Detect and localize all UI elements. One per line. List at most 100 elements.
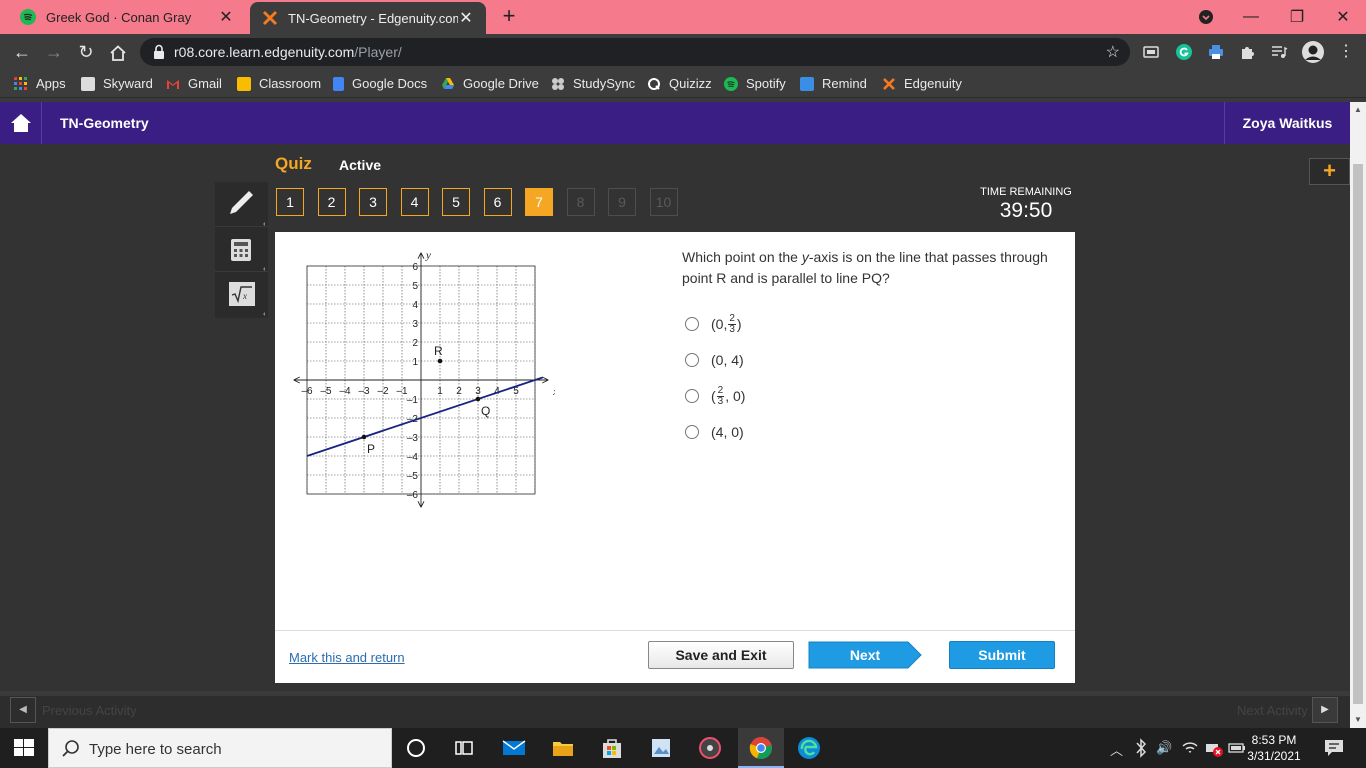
volume-icon[interactable]: 🔊 [1156, 740, 1172, 756]
radio-button[interactable] [685, 353, 699, 367]
home-button[interactable] [0, 102, 42, 144]
close-icon[interactable]: ✕ [218, 7, 234, 27]
radio-button[interactable] [685, 425, 699, 439]
edge-icon[interactable] [797, 736, 821, 760]
home-icon[interactable] [106, 40, 130, 64]
photos-icon[interactable] [649, 736, 673, 760]
taskbar-clock[interactable]: 8:53 PM 3/31/2021 [1244, 732, 1304, 764]
bookmark-spotify[interactable]: Spotify [724, 76, 786, 91]
answer-text: (0, 4) [711, 352, 744, 368]
mark-and-return-link[interactable]: Mark this and return [289, 650, 405, 665]
submit-button[interactable]: Submit [949, 641, 1055, 669]
bookmark-quizizz[interactable]: Quizizz [647, 76, 712, 91]
new-tab-button[interactable]: + [498, 5, 520, 28]
close-icon[interactable]: ✕ [458, 8, 474, 28]
start-button[interactable] [0, 728, 48, 768]
forward-arrow-icon[interactable]: → [42, 40, 66, 64]
back-arrow-icon[interactable]: ← [10, 40, 34, 64]
groove-music-icon[interactable] [698, 736, 722, 760]
show-hidden-icons[interactable]: ︿ [1110, 740, 1123, 759]
microsoft-store-icon[interactable] [600, 736, 624, 760]
taskbar-search[interactable]: Type here to search [48, 728, 392, 768]
grammarly-icon[interactable] [1175, 43, 1193, 61]
question-number-button[interactable]: 6 [483, 188, 512, 216]
studysync-icon [552, 77, 564, 90]
answer-option-a[interactable]: (0, 23 ) [685, 306, 745, 342]
question-number-button[interactable]: 5 [442, 188, 470, 216]
page-scrollbar[interactable]: ▲ ▼ [1350, 102, 1366, 728]
task-view-icon[interactable] [452, 736, 476, 760]
bookmark-label: Apps [36, 76, 66, 91]
bookmark-studysync[interactable]: StudySync [551, 76, 635, 91]
notifications-icon[interactable] [1322, 736, 1346, 760]
menu-dots-icon[interactable]: ⋮ [1334, 40, 1358, 64]
question-number-button[interactable]: 2 [317, 188, 346, 216]
wifi-icon[interactable] [1181, 738, 1199, 758]
tab-spotify[interactable]: Greek God · Conan Gray ✕ [8, 0, 246, 34]
bookmark-classroom[interactable]: Classroom [237, 76, 321, 91]
minimize-icon[interactable]: — [1228, 8, 1274, 26]
file-explorer-icon[interactable] [551, 736, 575, 760]
bookmarks-bar: Apps Skyward Gmail Classroom Google Docs… [0, 70, 1366, 98]
bookmark-edgenuity[interactable]: Edgenuity [882, 76, 962, 91]
window-close-icon[interactable]: ✕ [1320, 7, 1366, 27]
answer-text: (4, 0) [711, 424, 744, 440]
tab-search-icon[interactable] [1184, 8, 1228, 26]
pencil-icon [230, 191, 265, 226]
answer-option-c[interactable]: ( 23 , 0) [685, 378, 745, 414]
formula-tool-button[interactable]: x [215, 272, 268, 317]
answer-option-d[interactable]: (4, 0) [685, 414, 745, 450]
media-queue-icon[interactable] [1270, 43, 1288, 61]
point-r-label: R [434, 344, 443, 358]
x-tick-label: –4 [339, 386, 351, 397]
printer-icon[interactable] [1207, 43, 1225, 61]
reload-icon[interactable]: ↻ [74, 40, 98, 64]
bookmark-skyward[interactable]: Skyward [81, 76, 153, 91]
media-icon[interactable] [1142, 43, 1160, 61]
question-number-button-current[interactable]: 7 [525, 188, 553, 216]
question-text: Which point on the y-axis is on the line… [682, 247, 1052, 289]
extensions-puzzle-icon[interactable] [1239, 43, 1257, 61]
previous-activity-button[interactable]: ◀ [10, 697, 36, 723]
card-footer: Mark this and return Save and Exit Next … [275, 630, 1075, 683]
cortana-icon[interactable] [404, 736, 428, 760]
address-bar[interactable]: r08.core.learn.edgenuity.com/Player/ ☆ [140, 38, 1130, 66]
y-tick-label: 1 [412, 357, 418, 368]
mail-icon[interactable] [502, 736, 526, 760]
x-tick-label: 3 [475, 386, 481, 397]
timer-label: TIME REMAINING [980, 186, 1072, 198]
restore-icon[interactable]: ❐ [1274, 7, 1320, 27]
scrollbar-thumb[interactable] [1353, 164, 1363, 704]
expand-plus-button[interactable]: + [1309, 158, 1350, 185]
next-activity-button[interactable]: ▶ [1312, 697, 1338, 723]
question-number-button[interactable]: 1 [276, 188, 304, 216]
user-name[interactable]: Zoya Waitkus [1224, 102, 1350, 144]
pencil-tool-button[interactable] [215, 182, 268, 227]
calculator-tool-button[interactable] [215, 227, 268, 272]
bookmark-label: Classroom [259, 76, 322, 91]
answer-option-b[interactable]: (0, 4) [685, 342, 745, 378]
y-tick-label: –1 [407, 395, 419, 406]
scroll-up-icon[interactable]: ▲ [1350, 102, 1366, 118]
profile-avatar[interactable] [1302, 41, 1324, 63]
chrome-taskbar-button[interactable] [738, 728, 784, 768]
bookmark-gmail[interactable]: Gmail [166, 76, 222, 91]
radio-button[interactable] [685, 389, 699, 403]
spotify-icon [20, 9, 36, 25]
network-error-icon[interactable] [1204, 738, 1224, 758]
question-number-button[interactable]: 3 [359, 188, 387, 216]
bluetooth-icon[interactable] [1133, 738, 1149, 758]
bookmark-google-docs[interactable]: Google Docs [333, 76, 427, 91]
bookmark-star-icon[interactable]: ☆ [1106, 42, 1120, 62]
tab-strip: Greek God · Conan Gray ✕ TN-Geometry - E… [0, 0, 1366, 34]
save-and-exit-button[interactable]: Save and Exit [648, 641, 794, 669]
bookmark-remind[interactable]: Remind [800, 76, 867, 91]
bookmark-google-drive[interactable]: Google Drive [441, 76, 539, 91]
bookmark-apps[interactable]: Apps [14, 76, 66, 91]
scroll-down-icon[interactable]: ▼ [1350, 712, 1366, 728]
radio-button[interactable] [685, 317, 699, 331]
next-button[interactable]: Next [808, 641, 922, 669]
svg-text:x: x [242, 291, 247, 301]
tab-edgenuity[interactable]: TN-Geometry - Edgenuity.com ✕ [250, 2, 486, 34]
question-number-button[interactable]: 4 [400, 188, 429, 216]
